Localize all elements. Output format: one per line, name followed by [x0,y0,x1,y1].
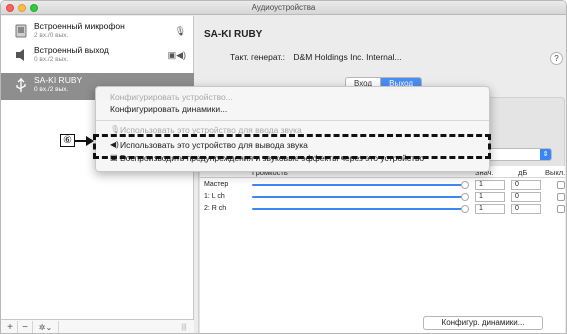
slider-knob[interactable] [461,193,469,201]
channel-label: 1: L ch [204,193,225,200]
clock-source: Такт. генерат.: D&M Holdings Inc. Intern… [230,52,402,62]
context-menu: Конфигурировать устройство... Конфигурир… [95,86,490,172]
device-detail-pane: SA-KI RUBY Такт. генерат.: D&M Holdings … [195,16,566,333]
highlight-dashed-box [93,134,491,159]
configure-speakers-button[interactable]: Конфигур. динамики... [423,316,543,330]
clock-label: Такт. генерат.: [230,52,286,62]
device-channels: 0 вх./2 вых. [34,56,69,63]
titlebar: Аудиоустройства [1,1,566,15]
device-list: Встроенный микрофон 2 вх./0 вых. 🎙 Встро… [1,16,194,333]
device-item-builtin-output[interactable]: Встроенный выход 0 вх./2 вых. ▣◀) [1,43,194,67]
menu-item-configure-speakers[interactable]: Конфигурировать динамики... [96,104,489,115]
add-device-button[interactable]: + [3,321,18,333]
microphone-icon [15,24,27,38]
device-name: Встроенный выход [34,45,109,55]
slider-knob[interactable] [461,181,469,189]
chevron-updown-icon: ⇕ [540,149,551,160]
device-name: Встроенный микрофон [34,21,125,31]
sidebar-footer: + − ✲⌄ ||| [1,319,194,333]
gear-menu-button[interactable]: ✲⌄ [33,321,59,333]
resize-grip[interactable]: ||| [177,321,191,333]
channel-label: 2: R ch [204,205,227,212]
volume-slider[interactable] [252,181,469,189]
volume-slider[interactable] [252,205,469,213]
db-field[interactable]: 0 [511,192,541,202]
channel-label: Мастер [204,181,229,188]
device-name: SA-KI RUBY [34,75,83,85]
mute-checkbox[interactable] [557,181,565,189]
slider-knob[interactable] [461,205,469,213]
db-field[interactable]: 0 [511,204,541,214]
device-item-builtin-mic[interactable]: Встроенный микрофон 2 вх./0 вых. 🎙 [1,19,194,43]
header-mute: Выкл. [545,168,566,177]
device-channels: 2 вх./0 вых. [34,32,69,39]
arrow-head-icon [86,136,94,146]
help-button[interactable]: ? [550,52,563,65]
volume-slider[interactable] [252,193,469,201]
header-db: дБ [518,168,528,177]
volume-table: Громкость Знач. дБ Выкл. Мастер 1 0 1: L… [200,166,565,333]
usb-icon [16,78,26,92]
remove-device-button[interactable]: − [18,321,33,333]
window-title: Аудиоустройства [251,3,316,12]
default-input-icon: 🎙 [174,26,186,36]
callout-number: ⑥ [60,134,75,147]
table-row: Мастер 1 0 [200,180,565,191]
value-field[interactable]: 1 [475,204,505,214]
mute-checkbox[interactable] [557,205,565,213]
device-channels: 0 вх./2 вых. [34,86,69,93]
mute-checkbox[interactable] [557,193,565,201]
menu-item-label: Конфигурировать устройство... [110,92,233,102]
microphone-icon: 🎙 [110,125,121,134]
speaker-icon [16,49,24,61]
table-row: 2: R ch 1 0 [200,204,565,215]
menu-separator [96,120,489,121]
value-field[interactable]: 1 [475,192,505,202]
menu-item-label: Конфигурировать динамики... [110,104,228,114]
menu-item-configure-device[interactable]: Конфигурировать устройство... [96,92,489,103]
db-field[interactable]: 0 [511,180,541,190]
value-field[interactable]: 1 [475,180,505,190]
device-title: SA-KI RUBY [204,29,263,40]
clock-value: D&M Holdings Inc. Internal... [293,52,402,62]
default-output-icon: ▣◀) [167,50,186,60]
table-row: 1: L ch 1 0 [200,192,565,203]
